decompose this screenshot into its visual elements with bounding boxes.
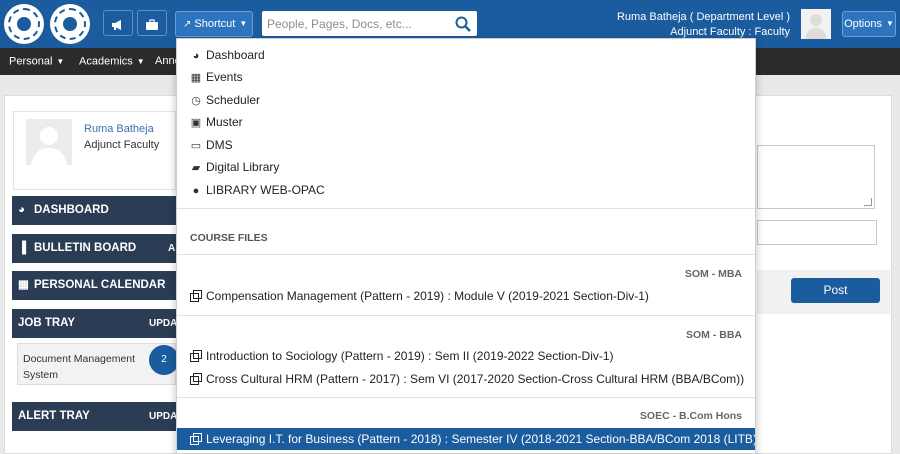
caret-down-icon: ▼ <box>136 57 145 66</box>
clock-icon: ◷ <box>191 95 201 107</box>
course-file-label: Introduction to Sociology (Pattern - 201… <box>206 349 614 363</box>
dropdown-item-label: Digital Library <box>206 160 280 174</box>
avatar-placeholder-icon <box>26 119 72 165</box>
dashboard-icon: ◕ <box>18 204 25 216</box>
folder-icon: ▭ <box>190 140 202 152</box>
external-link-icon: ↗ <box>183 19 192 30</box>
dropdown-item-dashboard[interactable]: ◕ Dashboard <box>190 45 265 65</box>
dropdown-divider <box>177 208 755 209</box>
course-file-label: Cross Cultural HRM (Pattern - 2017) : Se… <box>206 372 745 386</box>
avatar-placeholder-icon <box>801 9 831 39</box>
personal-calendar-section[interactable]: ▦ PERSONAL CALENDAR <box>12 271 176 300</box>
bulletin-extra[interactable]: A <box>168 234 175 263</box>
resize-handle[interactable] <box>864 198 872 206</box>
bulletin-board-section[interactable]: ▐ BULLETIN BOARD A <box>12 234 176 263</box>
dropdown-item-label: DMS <box>206 138 233 152</box>
dropdown-item-label: Events <box>206 70 243 84</box>
alert-tray-update[interactable]: UPDA <box>149 402 177 431</box>
copy-icon <box>190 350 202 362</box>
user-name-level: Ruma Batheja ( Department Level ) <box>616 11 790 23</box>
megaphone-icon <box>112 19 121 30</box>
profile-picture[interactable] <box>26 119 72 165</box>
shortcut-dropdown: ◕ Dashboard ▦ Events ◷ Scheduler ▣ Muster ▭ D… <box>176 38 756 454</box>
options-button[interactable]: Options ▼ <box>842 11 896 37</box>
dropdown-item-events[interactable]: ▦ Events <box>190 67 243 87</box>
briefcase-icon <box>146 18 158 30</box>
copy-icon <box>190 290 202 302</box>
briefcase-button[interactable] <box>137 10 167 36</box>
globe-icon: ● <box>192 185 200 197</box>
caret-down-icon: ▼ <box>239 19 248 29</box>
dropdown-item-scheduler[interactable]: ◷ Scheduler <box>190 90 260 110</box>
course-file-item[interactable]: Leveraging I.T. for Business (Pattern - … <box>190 429 756 449</box>
muster-icon: ▣ <box>190 117 202 129</box>
search-icon[interactable] <box>454 15 472 33</box>
calendar-label: PERSONAL CALENDAR <box>34 279 166 291</box>
alert-tray-label: ALERT TRAY <box>18 410 90 422</box>
job-item-line1: Document Management <box>23 353 136 365</box>
calendar-icon: ▦ <box>190 72 202 84</box>
user-info: Ruma Batheja ( Department Level ) Adjunc… <box>617 10 790 40</box>
course-group-som-mba: SOM - MBA <box>684 268 742 280</box>
user-avatar[interactable] <box>801 9 831 39</box>
job-item-text: Document Management System <box>23 351 135 383</box>
nav-personal-label: Personal <box>9 55 53 68</box>
profile-role: Adjunct Faculty <box>84 139 160 151</box>
copy-icon <box>190 433 202 445</box>
job-count-badge: 2 <box>149 345 179 375</box>
university-logo[interactable] <box>4 4 44 44</box>
dashboard-section[interactable]: ◕ DASHBOARD <box>12 196 176 225</box>
bulletin-label: BULLETIN BOARD <box>34 242 137 254</box>
job-tray-section[interactable]: JOB TRAY UPDA <box>12 309 177 338</box>
options-label: Options <box>844 18 882 30</box>
copy-icon <box>190 373 202 385</box>
dropdown-item-label: LIBRARY WEB-OPAC <box>206 183 325 197</box>
bulletin-icon: ▐ <box>18 242 27 254</box>
post-input[interactable] <box>757 220 877 245</box>
shortcut-label: Shortcut <box>194 18 236 30</box>
dropdown-divider <box>177 254 755 255</box>
calendar-icon: ▦ <box>18 279 29 291</box>
course-file-item[interactable]: Introduction to Sociology (Pattern - 201… <box>190 346 614 366</box>
course-files-header: COURSE FILES <box>190 232 268 244</box>
dashboard-label: DASHBOARD <box>34 204 109 216</box>
nav-personal[interactable]: Personal ▼ <box>9 48 64 75</box>
dashboard-icon: ◕ <box>192 50 200 62</box>
dropdown-item-library-opac[interactable]: ● LIBRARY WEB-OPAC <box>190 180 325 200</box>
course-file-label: Leveraging I.T. for Business (Pattern - … <box>206 432 756 446</box>
post-button[interactable]: Post <box>791 278 880 303</box>
dropdown-item-digital-library[interactable]: ▰ Digital Library <box>190 157 280 177</box>
search-input[interactable] <box>262 11 447 36</box>
dropdown-item-label: Dashboard <box>206 48 265 62</box>
global-search <box>262 11 477 36</box>
book-icon: ▰ <box>191 162 201 174</box>
job-tray-update[interactable]: UPDA <box>149 309 177 338</box>
course-file-label: Compensation Management (Pattern - 2019)… <box>206 289 649 303</box>
alert-tray-section[interactable]: ALERT TRAY UPDA <box>12 402 177 431</box>
dropdown-item-label: Muster <box>206 115 243 129</box>
dropdown-divider <box>177 397 755 398</box>
shortcut-button[interactable]: ↗ Shortcut ▼ <box>175 11 253 37</box>
institute-logo[interactable] <box>50 4 90 44</box>
job-tray-label: JOB TRAY <box>18 317 76 329</box>
caret-down-icon: ▼ <box>56 57 65 66</box>
profile-name[interactable]: Ruma Batheja <box>84 123 154 135</box>
course-file-item[interactable]: Cross Cultural HRM (Pattern - 2017) : Se… <box>190 369 744 389</box>
course-group-soec-bcom: SOEC - B.Com Hons <box>639 410 742 422</box>
course-file-item[interactable]: Compensation Management (Pattern - 2019)… <box>190 286 649 306</box>
dropdown-item-muster[interactable]: ▣ Muster <box>190 112 243 132</box>
nav-academics-label: Academics <box>79 55 133 68</box>
announcement-button[interactable] <box>103 10 133 36</box>
dropdown-divider <box>177 315 755 316</box>
job-item-line2: System <box>23 369 59 381</box>
post-textarea[interactable] <box>757 145 875 209</box>
dropdown-item-label: Scheduler <box>206 93 261 107</box>
dropdown-item-dms[interactable]: ▭ DMS <box>190 135 233 155</box>
nav-academics[interactable]: Academics ▼ <box>79 48 145 75</box>
course-group-som-bba: SOM - BBA <box>686 329 742 341</box>
caret-down-icon: ▼ <box>886 19 894 29</box>
profile-card: Ruma Batheja Adjunct Faculty <box>13 111 176 190</box>
